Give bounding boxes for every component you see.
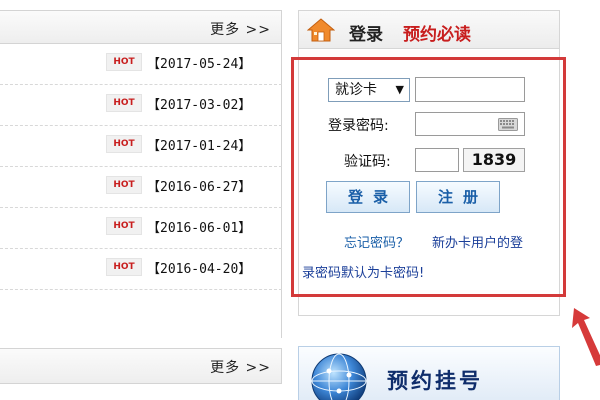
notice-link[interactable]: 预约必读 (403, 20, 471, 45)
card-type-value: 就诊卡 (335, 82, 377, 98)
login-title-bar: 登录 预约必读 (299, 11, 559, 49)
news-date: 【2017-01-24】 (147, 139, 252, 154)
captcha-input[interactable] (415, 148, 459, 172)
news-header-secondary: 更多 >> (0, 348, 282, 384)
more-link-secondary[interactable]: 更多 >> (210, 357, 271, 377)
appointment-label: 预约挂号 (387, 369, 483, 393)
news-header: 更多 >> (0, 10, 282, 44)
password-label: 登录密码: (328, 118, 389, 134)
card-number-input[interactable] (415, 77, 525, 102)
hot-badge: HOT (106, 258, 142, 276)
chevron-down-icon: ▼ (395, 83, 404, 96)
login-button[interactable]: 登录 (326, 181, 410, 213)
hot-badge: HOT (106, 94, 142, 112)
captcha-label: 验证码: (344, 154, 391, 170)
globe-icon (311, 353, 367, 400)
password-input[interactable] (415, 112, 525, 136)
news-date: 【2016-06-27】 (147, 180, 252, 195)
hot-badge: HOT (106, 135, 142, 153)
login-title: 登录 (349, 25, 383, 45)
news-date: 【2016-04-20】 (147, 262, 252, 277)
hot-badge: HOT (106, 217, 142, 235)
appointment-banner[interactable]: 预约挂号 (298, 346, 560, 400)
house-icon (307, 18, 335, 42)
login-form: 就诊卡 ▼ 登录密码: 验证码: 1839 登录 注册 忘记密码？ 新办卡用户的… (300, 70, 560, 300)
keyboard-icon[interactable] (498, 118, 518, 131)
news-row[interactable]: HOT 【2016-04-20】 (0, 249, 282, 290)
news-row[interactable]: HOT 【2017-03-02】 (0, 85, 282, 126)
help-text-line-1: 新办卡用户的登 (432, 236, 524, 251)
hot-badge: HOT (106, 176, 142, 194)
news-row[interactable]: HOT 【2017-05-24】 (0, 44, 282, 85)
news-row[interactable]: HOT 【2017-01-24】 (0, 126, 282, 167)
register-button[interactable]: 注册 (416, 181, 500, 213)
news-list: HOT 【2017-05-24】 HOT 【2017-03-02】 HOT 【2… (0, 44, 282, 338)
news-date: 【2016-06-01】 (147, 221, 252, 236)
captcha-image[interactable]: 1839 (463, 148, 525, 172)
news-row[interactable]: HOT 【2016-06-01】 (0, 208, 282, 249)
news-date: 【2017-03-02】 (147, 98, 252, 113)
hot-badge: HOT (106, 53, 142, 71)
news-panel: 更多 >> HOT 【2017-05-24】 HOT 【2017-03-02】 … (0, 0, 282, 400)
help-text-line-2: 录密码默认为卡密码! (302, 266, 425, 281)
red-arrow-icon (572, 308, 600, 366)
card-type-select[interactable]: 就诊卡 ▼ (328, 78, 410, 102)
news-row[interactable]: HOT 【2016-06-27】 (0, 167, 282, 208)
forgot-password-link[interactable]: 忘记密码？ (344, 232, 409, 251)
more-link[interactable]: 更多 >> (210, 19, 271, 39)
news-date: 【2017-05-24】 (147, 57, 252, 72)
